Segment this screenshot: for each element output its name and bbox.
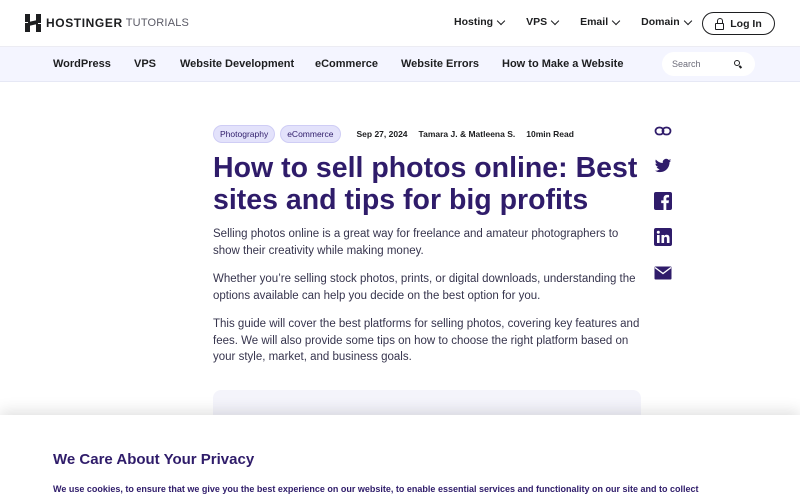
category-how-to-make-a-website[interactable]: How to Make a Website bbox=[502, 58, 623, 70]
nav-vps[interactable]: VPS bbox=[526, 16, 560, 28]
nav-vps-label: VPS bbox=[526, 16, 548, 28]
tag-ecommerce[interactable]: eCommerce bbox=[280, 125, 341, 143]
twitter-icon[interactable] bbox=[654, 157, 672, 175]
chevron-down-icon bbox=[683, 16, 692, 25]
category-website-errors[interactable]: Website Errors bbox=[401, 58, 479, 70]
nav-domain-label: Domain bbox=[641, 16, 680, 28]
category-vps[interactable]: VPS bbox=[134, 58, 156, 70]
publish-date: Sep 27, 2024 bbox=[356, 129, 408, 139]
article-paragraph: Selling photos online is a great way for… bbox=[213, 228, 619, 257]
tag-photography[interactable]: Photography bbox=[213, 125, 276, 143]
lock-icon bbox=[715, 18, 725, 30]
article-title: How to sell photos online: Best sites an… bbox=[213, 152, 638, 216]
category-ecommerce[interactable]: eCommerce bbox=[315, 58, 378, 70]
main-nav: Hosting VPS Email Domain bbox=[454, 16, 713, 28]
linkedin-icon[interactable] bbox=[654, 228, 672, 246]
nav-hosting-label: Hosting bbox=[454, 16, 494, 28]
cookie-text: We use cookies, to ensure that we give y… bbox=[53, 484, 699, 494]
nav-hosting[interactable]: Hosting bbox=[454, 16, 506, 28]
login-label: Log In bbox=[730, 17, 762, 30]
search-input[interactable] bbox=[662, 59, 730, 69]
search-icon[interactable] bbox=[734, 60, 743, 69]
category-wordpress[interactable]: WordPress bbox=[53, 58, 111, 70]
facebook-icon[interactable] bbox=[654, 192, 672, 210]
top-header: HOSTINGER TUTORIALS Hosting VPS Email Do… bbox=[0, 0, 800, 47]
email-icon[interactable] bbox=[654, 264, 672, 282]
article-authors[interactable]: Tamara J. & Matleena S. bbox=[419, 129, 516, 139]
article-paragraph: Whether you’re selling stock photos, pri… bbox=[213, 273, 636, 302]
logo-text: HOSTINGER bbox=[46, 16, 123, 30]
nav-email-label: Email bbox=[580, 16, 609, 28]
chevron-down-icon bbox=[611, 16, 621, 25]
login-button[interactable]: Log In bbox=[702, 12, 775, 35]
article-paragraph: This guide will cover the best platforms… bbox=[213, 318, 640, 363]
nav-email[interactable]: Email bbox=[580, 16, 621, 28]
chevron-down-icon bbox=[496, 16, 506, 25]
read-time: 10min Read bbox=[526, 129, 574, 139]
logo-subtitle: TUTORIALS bbox=[125, 17, 190, 29]
hostinger-logo-icon bbox=[25, 14, 41, 32]
chevron-down-icon bbox=[550, 16, 560, 25]
cookie-banner: We Care About Your Privacy We use cookie… bbox=[0, 415, 800, 500]
search-box bbox=[662, 52, 755, 76]
cookie-title: We Care About Your Privacy bbox=[53, 451, 255, 468]
link-icon[interactable] bbox=[654, 122, 672, 140]
article-meta: Photography eCommerce Sep 27, 2024 Tamar… bbox=[213, 125, 574, 143]
category-website-development[interactable]: Website Development bbox=[180, 58, 294, 70]
hostinger-logo[interactable]: HOSTINGER TUTORIALS bbox=[25, 14, 189, 32]
nav-domain[interactable]: Domain bbox=[641, 16, 692, 28]
